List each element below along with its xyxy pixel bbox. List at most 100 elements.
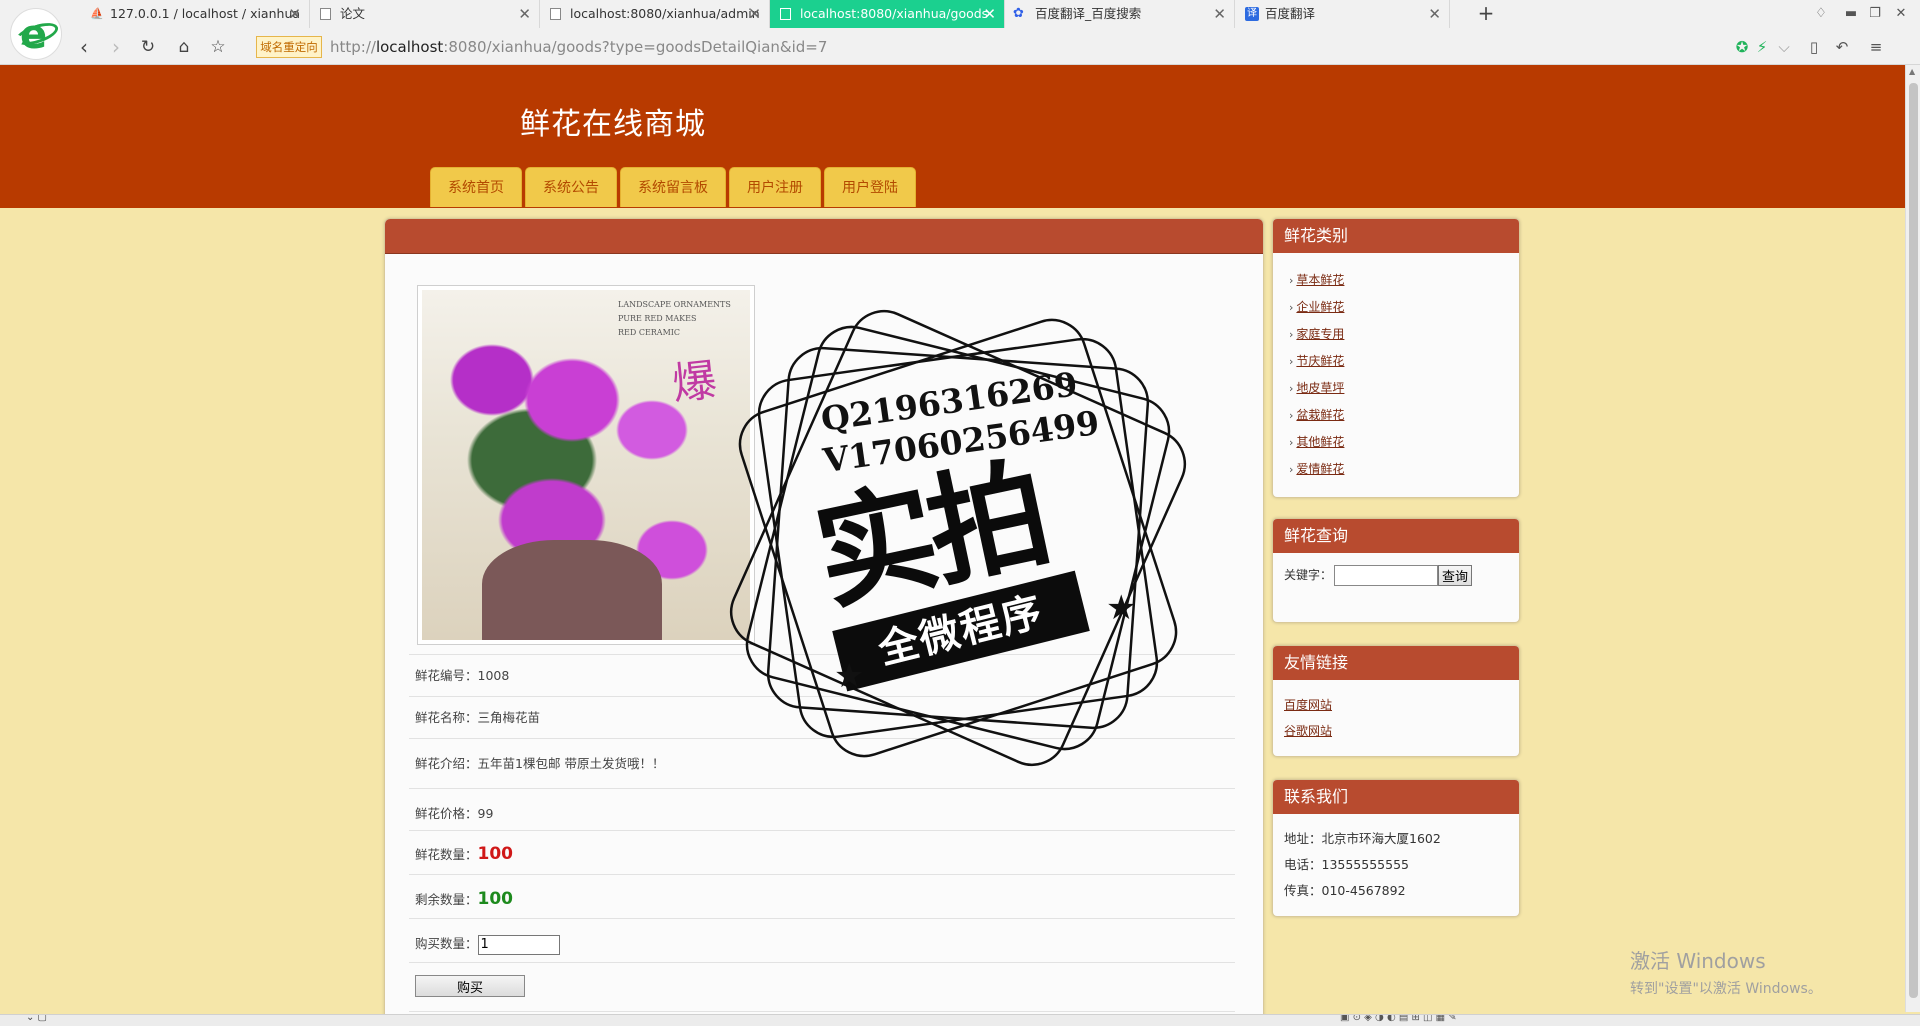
main-nav: 系统首页 系统公告 系统留言板 用户注册 用户登陆 [430,167,919,207]
close-icon[interactable]: ✕ [1213,0,1226,28]
flower-name-value: 三角梅花苗 [477,710,541,725]
close-icon[interactable]: ✕ [1428,0,1441,28]
flower-intro-value: 五年苗1棵包邮 带原土发货哦！！ [477,756,665,771]
close-icon[interactable]: ✕ [983,0,996,28]
home-icon[interactable]: ⌂ [170,32,198,62]
row-remaining-quantity: 剩余数量：100 [409,874,1235,918]
tab-title: localhost:8080/xianhua/admin [570,6,760,21]
pma-icon: ⛵ [90,7,104,20]
image-caption: PURE RED MAKES [618,314,697,323]
back-icon[interactable]: ‹ [70,32,98,62]
tab-title: localhost:8080/xianhua/goods [800,6,989,21]
close-icon[interactable]: ✕ [748,0,761,28]
browser-status-bar: ⌄ ▢ ▣ ⊙ ◈ ◑ ◐ ▤ ⊞ ◫ ▦ ✎ [0,1014,1920,1026]
link-baidu[interactable]: 百度网站 [1284,698,1332,712]
undo-close-icon[interactable]: ↶ [1830,32,1854,62]
search-title: 鲜花查询 [1273,519,1519,553]
tab-title: 论文 [340,6,366,21]
close-icon[interactable]: ✕ [518,0,531,28]
nav-home[interactable]: 系统首页 [430,167,522,207]
contact-fax: 传真：010-4567892 [1284,883,1406,898]
search-box: 鲜花查询 关键字： 查询 [1272,518,1520,623]
tab-strip: ⛵ 127.0.0.1 / localhost / xianhua ✕ 论文 ✕… [80,0,1450,28]
navigation-bar: ‹ › ↻ ⌂ ☆ 域名重定向 http://localhost:8080/xi… [70,32,1920,62]
category-item: 草本鲜花 [1289,267,1519,294]
contact-phone: 电话：13555555555 [1284,857,1409,872]
browser-tab-baidu-translate[interactable]: 译 百度翻译 ✕ [1235,0,1450,28]
page-icon [780,8,791,20]
nav-announcement[interactable]: 系统公告 [525,167,617,207]
contact-address: 地址：北京市环海大厦1602 [1284,831,1441,846]
minimize-icon[interactable]: ▬ [1838,0,1864,28]
contact-box: 联系我们 地址：北京市环海大厦1602 电话：13555555555 传真：01… [1272,779,1520,917]
flower-quantity-value: 100 [477,844,514,864]
product-image: LANDSCAPE ORNAMENTS PURE RED MAKES RED C… [417,285,755,645]
chevron-down-icon[interactable]: ⌵ [1772,32,1796,62]
image-caption: LANDSCAPE ORNAMENTS [618,300,731,309]
category-title: 鲜花类别 [1273,219,1519,253]
row-flower-quantity: 鲜花数量：100 [409,830,1235,874]
image-caption: RED CERAMIC [618,328,681,337]
speed-icon[interactable]: ⚡ [1750,32,1774,62]
browser-tab-admin[interactable]: localhost:8080/xianhua/admin ✕ [540,0,770,28]
buy-button[interactable]: 购买 [415,975,525,997]
restore-icon[interactable]: ❐ [1862,0,1888,28]
category-item: 节庆鲜花 [1289,348,1519,375]
keyword-label: 关键字： [1284,568,1333,582]
address-bar[interactable]: http://localhost:8080/xianhua/goods?type… [330,34,1230,60]
tab-title: 127.0.0.1 / localhost / xianhua [110,6,301,21]
flower-id-value: 1008 [477,668,510,683]
close-icon[interactable]: ✕ [288,0,301,28]
translate-icon: 译 [1245,7,1259,21]
page-icon [320,8,331,20]
panel-title-bar [385,219,1263,254]
scroll-thumb[interactable] [1909,83,1918,998]
favorite-star-icon[interactable]: ☆ [204,32,232,62]
buy-quantity-input[interactable] [477,934,560,955]
status-right-icons: ▣ ⊙ ◈ ◑ ◐ ▤ ⊞ ◫ ▦ ✎ [1340,1014,1457,1023]
tab-title: 百度翻译 [1265,6,1316,21]
reading-mode-icon[interactable]: ▯ [1802,32,1826,62]
close-window-icon[interactable]: ✕ [1888,0,1914,28]
remaining-quantity-value: 100 [477,889,514,909]
link-google[interactable]: 谷歌网站 [1284,724,1332,738]
new-tab-button[interactable]: + [1472,0,1500,28]
category-list: 草本鲜花 企业鲜花 家庭专用 节庆鲜花 地皮草坪 盆栽鲜花 其他鲜花 爱情鲜花 [1273,253,1519,483]
category-item: 企业鲜花 [1289,294,1519,321]
menu-icon[interactable]: ≡ [1864,32,1888,62]
redirect-badge[interactable]: 域名重定向 [256,36,322,58]
reload-icon[interactable]: ↻ [134,32,162,62]
search-button[interactable]: 查询 [1438,565,1473,586]
star-icon: ★ [834,656,865,696]
browser-chrome: e ⛵ 127.0.0.1 / localhost / xianhua ✕ 论文… [0,0,1920,65]
friend-links-box: 友情链接 百度网站 谷歌网站 [1272,645,1520,757]
nav-register[interactable]: 用户注册 [729,167,821,207]
category-item: 其他鲜花 [1289,429,1519,456]
category-box: 鲜花类别 草本鲜花 企业鲜花 家庭专用 节庆鲜花 地皮草坪 盆栽鲜花 其他鲜花 … [1272,218,1520,498]
friend-links-title: 友情链接 [1273,646,1519,680]
browser-logo-icon[interactable]: e [10,8,62,60]
status-left-icons: ⌄ ▢ [26,1014,48,1023]
browser-tab-baidu-search[interactable]: ✿ 百度翻译_百度搜索 ✕ [1005,0,1235,28]
tab-title: 百度翻译_百度搜索 [1035,6,1142,21]
row-buy-quantity: 购买数量： [409,918,1235,962]
browser-tab-phpmyadmin[interactable]: ⛵ 127.0.0.1 / localhost / xianhua ✕ [80,0,310,28]
category-item: 家庭专用 [1289,321,1519,348]
page-icon [550,8,561,20]
scroll-up-icon[interactable]: ▲ [1909,67,1915,76]
browser-tab-goods[interactable]: localhost:8080/xianhua/goods ✕ [770,0,1005,28]
forward-icon[interactable]: › [102,32,130,62]
nav-login[interactable]: 用户登陆 [824,167,916,207]
category-item: 盆栽鲜花 [1289,402,1519,429]
category-item: 地皮草坪 [1289,375,1519,402]
windows-activation-notice: 激活 Windows 转到"设置"以激活 Windows。 [1630,949,1822,997]
category-item: 爱情鲜花 [1289,456,1519,483]
row-flower-price: 鲜花价格：99 [409,788,1235,830]
browser-tab-lunwen[interactable]: 论文 ✕ [310,0,540,28]
keyword-input[interactable] [1334,565,1439,586]
nav-message-board[interactable]: 系统留言板 [620,167,726,207]
skin-icon[interactable]: ♢ [1808,0,1834,28]
watermark-stamp: Q2196316269 V17060256499 实拍 全微程序 ★ ★ [718,298,1198,778]
site-header: 鲜花在线商城 系统首页 系统公告 系统留言板 用户注册 用户登陆 [0,65,1905,208]
page-scrollbar[interactable]: ▲ [1905,65,1920,1012]
